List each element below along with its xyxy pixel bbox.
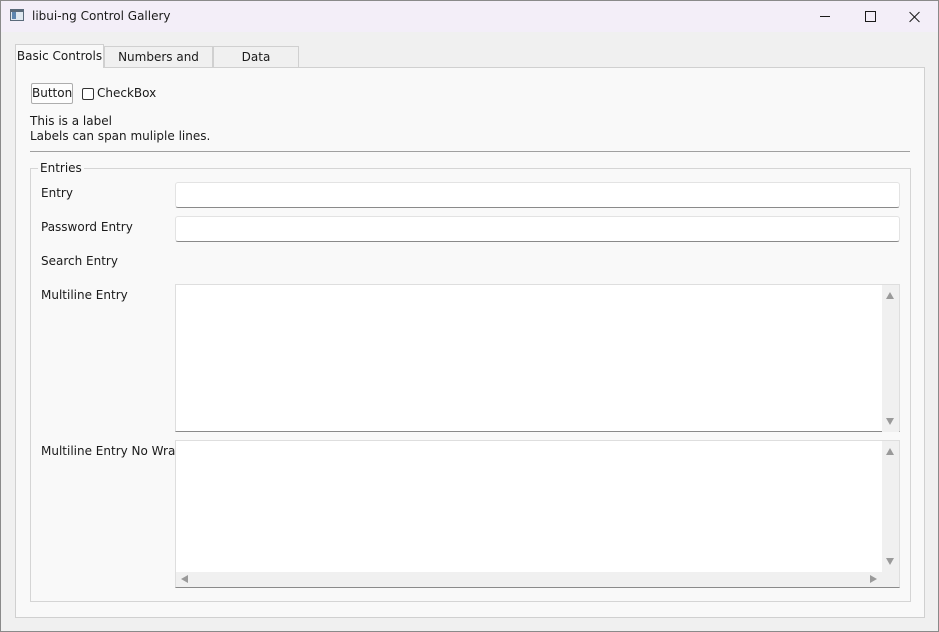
multiline-entry-field[interactable] bbox=[175, 284, 900, 432]
minimize-icon bbox=[820, 16, 830, 17]
label-line-2: Labels can span muliple lines. bbox=[30, 129, 211, 143]
app-window-icon bbox=[10, 9, 24, 21]
entry-field[interactable] bbox=[175, 182, 900, 208]
entries-group-title: Entries bbox=[38, 161, 84, 175]
button[interactable]: Button bbox=[31, 83, 73, 104]
scroll-right-arrow-icon[interactable] bbox=[870, 575, 877, 583]
search-entry-label: Search Entry bbox=[41, 254, 118, 268]
scroll-left-arrow-icon[interactable] bbox=[181, 575, 188, 583]
label-line-1: This is a label bbox=[30, 114, 112, 128]
multiline-entry-vertical-scrollbar[interactable] bbox=[882, 285, 899, 432]
scroll-down-arrow-icon[interactable] bbox=[886, 558, 894, 565]
password-entry-field[interactable] bbox=[175, 216, 900, 242]
title-bar[interactable]: libui-ng Control Gallery bbox=[1, 1, 938, 32]
tab-data-choosers[interactable]: Data Choosers bbox=[213, 46, 299, 85]
password-entry-label: Password Entry bbox=[41, 220, 133, 234]
maximize-icon bbox=[864, 11, 876, 22]
scroll-down-arrow-icon[interactable] bbox=[886, 418, 894, 425]
checkbox[interactable] bbox=[82, 88, 94, 100]
maximize-button[interactable] bbox=[847, 1, 893, 32]
multiline-entry-no-wrap-label: Multiline Entry No Wrap bbox=[41, 444, 183, 458]
minimize-button[interactable] bbox=[802, 1, 848, 32]
close-button[interactable] bbox=[892, 1, 938, 32]
scroll-up-arrow-icon[interactable] bbox=[886, 448, 894, 455]
scroll-up-arrow-icon[interactable] bbox=[886, 292, 894, 299]
checkbox-label[interactable]: CheckBox bbox=[97, 86, 156, 100]
app-window: libui-ng Control Gallery Basic Controls … bbox=[0, 0, 939, 632]
multiline-entry-no-wrap-field[interactable] bbox=[175, 440, 900, 588]
tab-pane-basic-controls: Button CheckBox This is a label Labels c… bbox=[15, 67, 925, 618]
entry-label: Entry bbox=[41, 186, 73, 200]
horizontal-separator bbox=[30, 151, 910, 152]
close-icon bbox=[909, 11, 921, 23]
tab-numbers-and-lists[interactable]: Numbers and Lists bbox=[104, 46, 213, 85]
multiline-no-wrap-horizontal-scrollbar[interactable] bbox=[176, 572, 899, 587]
multiline-entry-label: Multiline Entry bbox=[41, 288, 128, 302]
window-title: libui-ng Control Gallery bbox=[32, 9, 171, 23]
tab-basic-controls[interactable]: Basic Controls bbox=[15, 44, 104, 68]
multiline-no-wrap-vertical-scrollbar[interactable] bbox=[882, 441, 899, 572]
